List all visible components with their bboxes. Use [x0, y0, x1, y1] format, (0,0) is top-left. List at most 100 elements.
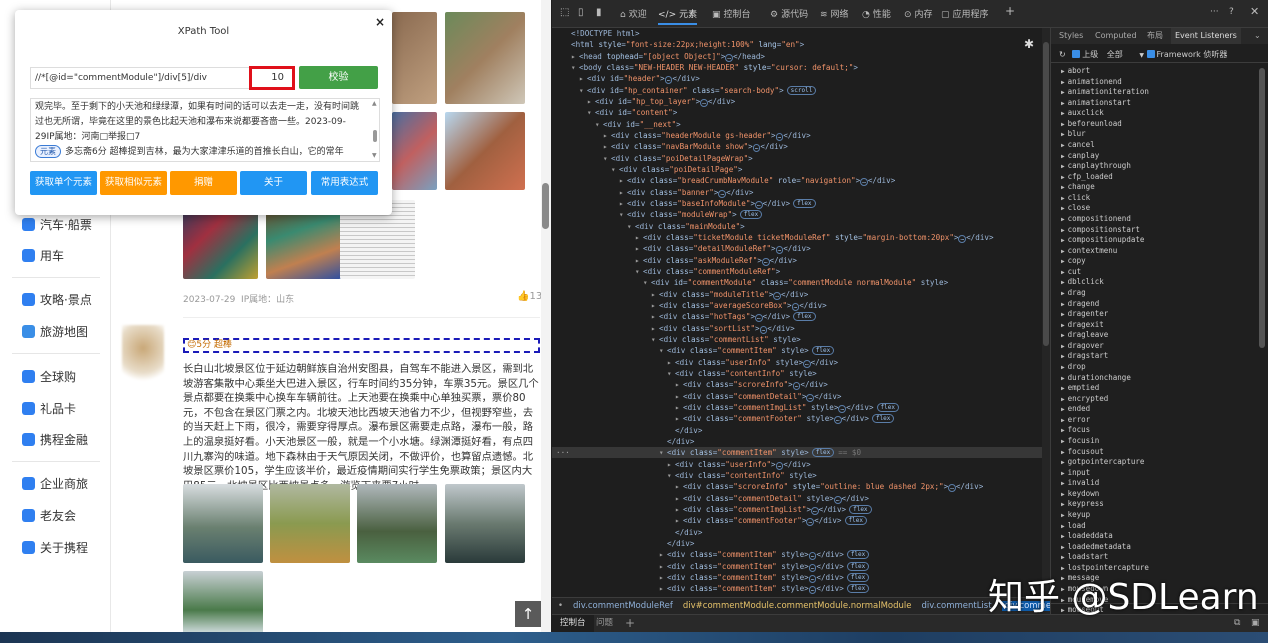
- expand-arrow-icon[interactable]: ▶: [1061, 269, 1065, 276]
- help-icon[interactable]: ?: [1229, 7, 1234, 17]
- event-listener-item[interactable]: ▶ change: [1061, 182, 1095, 192]
- tab-sources[interactable]: ⚙ 源代码: [770, 7, 808, 20]
- expand-arrow-icon[interactable]: ▶: [1061, 174, 1065, 181]
- dom-node[interactable]: ▸ <div class="ticketModule ticketModuleRe…: [552, 232, 1042, 243]
- event-listener-item[interactable]: ▶ dragend: [1061, 299, 1099, 309]
- event-listener-item[interactable]: ▶ dragenter: [1061, 309, 1108, 319]
- sidebar-item[interactable]: 老友会: [22, 506, 76, 524]
- get-single-element-button[interactable]: 获取单个元素: [30, 171, 97, 195]
- comment-photo[interactable]: [183, 484, 263, 563]
- expand-arrow-icon[interactable]: ▶: [1061, 470, 1065, 477]
- expand-arrow-icon[interactable]: ▶: [1061, 501, 1065, 508]
- comment-photo[interactable]: [183, 210, 258, 279]
- comment-photo[interactable]: [392, 112, 437, 190]
- collapse-arrow-icon[interactable]: ▾: [667, 470, 675, 481]
- event-listener-item[interactable]: ▶ click: [1061, 193, 1090, 203]
- event-listener-item[interactable]: ▶ auxclick: [1061, 108, 1104, 118]
- expand-arrow-icon[interactable]: ▶: [1061, 396, 1065, 403]
- expand-arrow-icon[interactable]: ▶: [1061, 438, 1065, 445]
- event-listener-item[interactable]: ▶ keypress: [1061, 499, 1104, 509]
- framework-checkbox[interactable]: Framework 侦听器: [1146, 50, 1227, 59]
- comment-photo[interactable]: [266, 210, 341, 279]
- event-listener-item[interactable]: ▶ dragover: [1061, 341, 1104, 351]
- expand-arrow-icon[interactable]: ▸: [667, 357, 675, 368]
- expand-arrow-icon[interactable]: ▸: [635, 243, 643, 254]
- about-button[interactable]: 关于: [240, 171, 307, 195]
- comment-photo[interactable]: [357, 484, 437, 563]
- breadcrumb-item[interactable]: div.commentList: [921, 601, 991, 611]
- dom-node[interactable]: ▸ <div class="userInfo" style>… </div>: [552, 357, 1042, 368]
- comment-photo[interactable]: [445, 484, 525, 563]
- expand-arrow-icon[interactable]: ▶: [1061, 512, 1065, 519]
- expand-arrow-icon[interactable]: ▶: [1061, 417, 1065, 424]
- event-listener-item[interactable]: ▶ drag: [1061, 288, 1086, 298]
- event-listener-item[interactable]: ▶ contextmenu: [1061, 246, 1117, 256]
- dom-node[interactable]: ▸ <div class="moduleTitle">… </div>: [552, 289, 1042, 300]
- dom-node[interactable]: ▸ <head tophead="[object Object]">… </head…: [552, 51, 1042, 62]
- event-listener-item[interactable]: ▶ durationchange: [1061, 373, 1131, 383]
- event-listener-item[interactable]: ▶ keydown: [1061, 489, 1099, 499]
- get-similar-elements-button[interactable]: 获取相似元素: [100, 171, 167, 195]
- expand-arrow-icon[interactable]: ▶: [1061, 100, 1065, 107]
- close-icon[interactable]: ×: [375, 15, 385, 29]
- sidebar-item[interactable]: 企业商旅: [22, 474, 88, 492]
- expand-arrow-icon[interactable]: ▶: [1061, 554, 1065, 561]
- common-expressions-button[interactable]: 常用表达式: [311, 171, 378, 195]
- dom-node[interactable]: ▸ <div class="commentItem" style>… </div> f…: [552, 549, 1042, 561]
- dom-node[interactable]: </div>: [552, 538, 1042, 549]
- tab-styles[interactable]: Styles: [1059, 28, 1083, 44]
- event-listener-item[interactable]: ▶ dblclick: [1061, 277, 1104, 287]
- expand-arrow-icon[interactable]: ▶: [1061, 163, 1065, 170]
- event-listener-item[interactable]: ▶ cut: [1061, 267, 1081, 277]
- filter-all[interactable]: 全部: [1107, 50, 1123, 59]
- event-listener-item[interactable]: ▶ compositionend: [1061, 214, 1131, 224]
- accessibility-icon[interactable]: ✱: [1024, 37, 1034, 51]
- device-toolbar-icon[interactable]: ▯: [578, 7, 584, 18]
- dom-node[interactable]: ▾ <div id="content">: [552, 107, 1042, 118]
- event-listener-item[interactable]: ▶ animationend: [1061, 77, 1122, 87]
- result-box[interactable]: 观完毕。至于剩下的小天池和绿绿潭，如果有时间的话可以去走一走，没有时间跳过也无所…: [30, 98, 380, 162]
- sidebar-item[interactable]: 礼品卡: [22, 399, 76, 417]
- sidebar-item[interactable]: 旅游地图: [22, 322, 88, 340]
- dom-node[interactable]: ▸ <div class="commentItem" style>… </div> f…: [552, 583, 1042, 595]
- close-devtools-icon[interactable]: ✕: [1250, 5, 1259, 18]
- expand-arrow-icon[interactable]: ▶: [1061, 79, 1065, 86]
- layout-badge[interactable]: flex: [846, 584, 870, 594]
- dom-node[interactable]: ▾ <div class="contentInfo" style>: [552, 368, 1042, 379]
- dom-node[interactable]: ▸ <div class="banner">… </div>: [552, 187, 1042, 198]
- event-listener-item[interactable]: ▶ compositionupdate: [1061, 235, 1144, 245]
- sidebar-item[interactable]: 汽车·船票: [22, 215, 92, 233]
- dom-node[interactable]: ▾ <div class="commentList" style>: [552, 334, 1042, 345]
- comment-photo[interactable]: [183, 571, 263, 632]
- event-listener-item[interactable]: ▶ cfp_loaded: [1061, 172, 1113, 182]
- dom-node[interactable]: ▾ <body class="NEW-HEADER NEW-HEADER" sty…: [552, 62, 1042, 73]
- event-listener-item[interactable]: ▶ invalid: [1061, 478, 1099, 488]
- dom-node[interactable]: ▾ <div class="moduleWrap"> flex: [552, 209, 1042, 220]
- expand-arrow-icon[interactable]: ▸: [651, 289, 659, 300]
- event-listener-item[interactable]: ▶ dragleave: [1061, 330, 1108, 340]
- event-listener-item[interactable]: ▶ focusin: [1061, 436, 1099, 446]
- expand-arrow-icon[interactable]: ▶: [1061, 68, 1065, 75]
- event-listener-item[interactable]: ▶ animationstart: [1061, 98, 1131, 108]
- layout-badge[interactable]: flex: [846, 572, 870, 582]
- expand-arrow-icon[interactable]: ▶: [1061, 491, 1065, 498]
- expand-arrow-icon[interactable]: ▶: [1061, 110, 1065, 117]
- tab-console[interactable]: ▣ 控制台: [712, 7, 751, 20]
- dropdown-icon[interactable]: ▼: [1139, 52, 1144, 59]
- dom-node[interactable]: ▾ <div class="poiDetailPageWrap">: [552, 153, 1042, 164]
- dock-icon[interactable]: ▮: [596, 7, 602, 18]
- elements-tree[interactable]: <!DOCTYPE html> <html style="font-size:22…: [552, 28, 1042, 596]
- expand-arrow-icon[interactable]: ▸: [659, 561, 667, 572]
- dom-node[interactable]: ▸ <div class="breadCrumbNavModule" role="…: [552, 175, 1042, 187]
- donate-button[interactable]: 捐赠: [170, 171, 237, 195]
- event-listener-item[interactable]: ▶ focusout: [1061, 447, 1104, 457]
- layout-badge[interactable]: flex: [793, 198, 816, 208]
- page-scrollbar-thumb[interactable]: [542, 183, 549, 229]
- layout-badge[interactable]: flex: [871, 414, 895, 424]
- expand-arrow-icon[interactable]: ▸: [635, 255, 643, 266]
- expand-arrow-icon[interactable]: ▸: [675, 515, 683, 526]
- expand-arrow-icon[interactable]: ▶: [1061, 121, 1065, 128]
- dom-node[interactable]: ▸ <div class="headerModule gs-header">… </…: [552, 130, 1042, 141]
- expand-arrow-icon[interactable]: ▶: [1061, 248, 1065, 255]
- expand-arrow-icon[interactable]: ▶: [1061, 544, 1065, 551]
